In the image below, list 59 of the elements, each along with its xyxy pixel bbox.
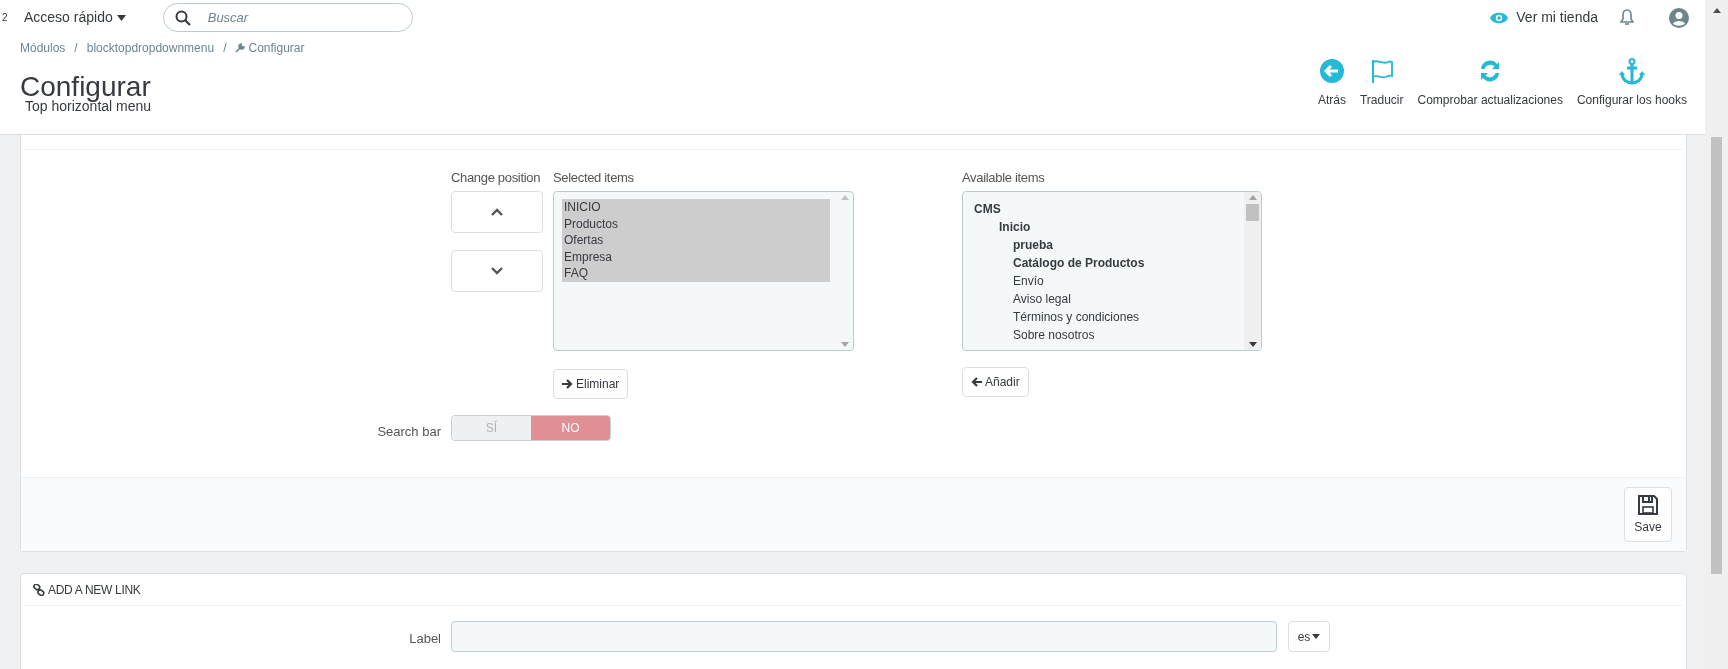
breadcrumb-separator: / <box>74 40 78 57</box>
scroll-down-icon[interactable] <box>1248 342 1257 347</box>
breadcrumb-link[interactable]: blocktopdropdownmenu <box>86 39 215 57</box>
list-option[interactable]: INICIO <box>562 199 830 216</box>
save-button[interactable]: Save <box>1624 487 1672 542</box>
list-option[interactable]: Términos y condiciones <box>974 308 1244 326</box>
arrow-right-icon <box>562 379 573 389</box>
scrollbar-thumb[interactable] <box>1711 137 1722 574</box>
list-option[interactable]: Catálogo de Productos <box>974 254 1244 272</box>
list-option[interactable]: CMS <box>974 200 1244 218</box>
user-icon[interactable] <box>1669 7 1689 28</box>
list-option[interactable]: prueba <box>974 236 1244 254</box>
column-heading: Available items <box>962 169 1045 187</box>
breadcrumb-separator: / <box>223 40 227 57</box>
panel-title: ADD A NEW LINK <box>48 581 141 599</box>
link-icon <box>33 583 45 596</box>
search-icon <box>174 10 191 26</box>
arrow-left-icon <box>971 377 982 387</box>
wrench-icon <box>235 43 246 53</box>
list-option[interactable]: Envío <box>974 272 1244 290</box>
view-store-link[interactable]: Ver mi tienda <box>1490 7 1598 28</box>
chevron-down-icon <box>491 267 503 275</box>
caret-icon <box>116 14 126 21</box>
field-label: Search bar <box>377 423 441 441</box>
remove-button[interactable]: Eliminar <box>553 369 629 399</box>
breadcrumb-link[interactable]: Módulos <box>20 39 66 57</box>
move-down-button[interactable] <box>451 250 543 292</box>
search-field[interactable]: Buscar <box>162 3 413 32</box>
scroll-up-icon[interactable] <box>1712 8 1721 13</box>
page-title: Configurar <box>20 73 151 101</box>
column-heading: Selected items <box>553 169 634 187</box>
selected-items-list[interactable]: INICIO Productos Ofertas Empresa FAQ <box>553 191 854 351</box>
caret-icon <box>1312 634 1321 639</box>
column-heading: Change position <box>451 169 541 187</box>
eye-icon <box>1490 11 1509 24</box>
scrollbar[interactable] <box>1244 192 1261 350</box>
scrollbar-thumb[interactable] <box>1246 204 1259 221</box>
available-items-list[interactable]: CMS Inicio prueba Catálogo de Productos Envío Aviso legal Términos y condiciones Sobre nosotros <box>962 191 1262 351</box>
move-up-button[interactable] <box>451 191 543 233</box>
toolbar-button[interactable]: Atrás <box>1317 57 1346 109</box>
toolbar-button[interactable]: Traducir <box>1359 57 1404 109</box>
bell-icon[interactable] <box>1620 9 1634 26</box>
language-dropdown[interactable]: es <box>1288 621 1330 652</box>
chevron-up-icon <box>491 208 503 216</box>
page-subtitle: Top horizontal menu <box>25 99 152 113</box>
counter-text: 2 <box>2 11 9 25</box>
anchor-icon <box>1617 57 1646 85</box>
label-field[interactable] <box>451 621 1277 652</box>
field-label: Label <box>409 630 441 648</box>
list-option[interactable]: FAQ <box>562 265 830 282</box>
list-option[interactable]: Inicio <box>974 218 1244 236</box>
quick-access-menu[interactable]: Acceso rápido <box>24 7 126 28</box>
list-option[interactable]: Aviso legal <box>974 290 1244 308</box>
breadcrumb-link[interactable]: Configurar <box>235 39 305 57</box>
list-option[interactable]: Sobre nosotros <box>974 326 1244 344</box>
toolbar-button[interactable]: Configurar los hooks <box>1576 57 1687 109</box>
list-option[interactable]: Ofertas <box>562 232 830 249</box>
add-button[interactable]: Añadir <box>962 367 1029 397</box>
toolbar-button[interactable]: Comprobar actualizaciones <box>1417 57 1563 109</box>
